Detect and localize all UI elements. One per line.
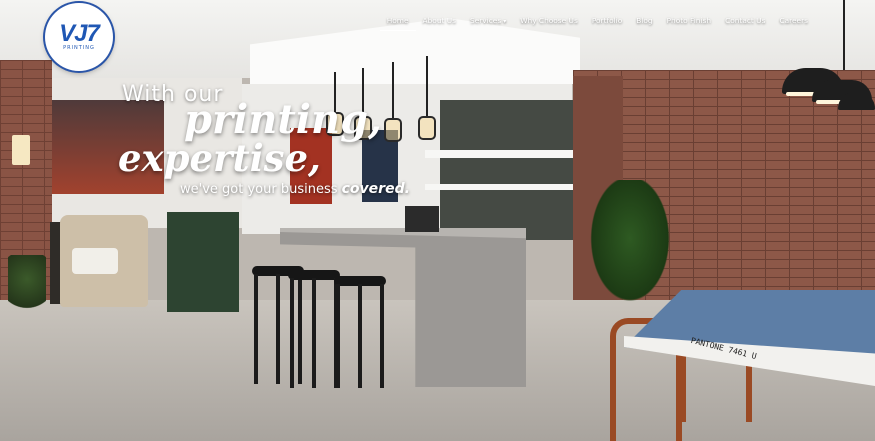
main-navigation: Home About Us Services ▾ Why Choose Us Po… [379,10,815,31]
nav-photo-finish[interactable]: Photo Finish [660,10,718,31]
nav-why-choose-us[interactable]: Why Choose Us [513,10,585,31]
green-sideboard [167,212,239,312]
bar-stool [334,276,386,390]
hero-tagline-emphasis: covered. [341,181,410,197]
bar-stool [288,270,340,390]
nav-blog[interactable]: Blog [629,10,659,31]
cushion [72,248,118,274]
logo-subtitle: PRINTING [63,45,95,51]
laptop [405,206,439,232]
nav-contact-us[interactable]: Contact Us [718,10,772,31]
site-logo[interactable]: VJ7 PRINTING [45,3,113,71]
nav-services-label: Services [470,16,502,25]
nav-portfolio[interactable]: Portfolio [585,10,629,31]
potted-plant-right [585,180,675,310]
hero-background-photo: PANTONE 7461 U [0,0,875,441]
nav-about-us[interactable]: About Us [416,10,463,31]
wall-lamp [12,135,30,165]
hero-line-expertise: expertise, [118,136,321,180]
hero-tagline-text: we've got your business [180,182,342,197]
chevron-down-icon: ▾ [503,18,507,25]
hero-tagline: we've got your business covered. [180,181,410,197]
kitchen-cabinets [440,100,575,240]
nav-careers[interactable]: Careers [772,10,815,31]
hero-slogan: With our printing, expertise, we've got … [118,82,448,202]
nav-services[interactable]: Services ▾ [463,10,513,31]
pendant-cord [843,0,845,70]
nav-home[interactable]: Home [379,10,416,31]
potted-plant-left [8,255,46,315]
logo-mark: VJ7 [59,20,100,47]
